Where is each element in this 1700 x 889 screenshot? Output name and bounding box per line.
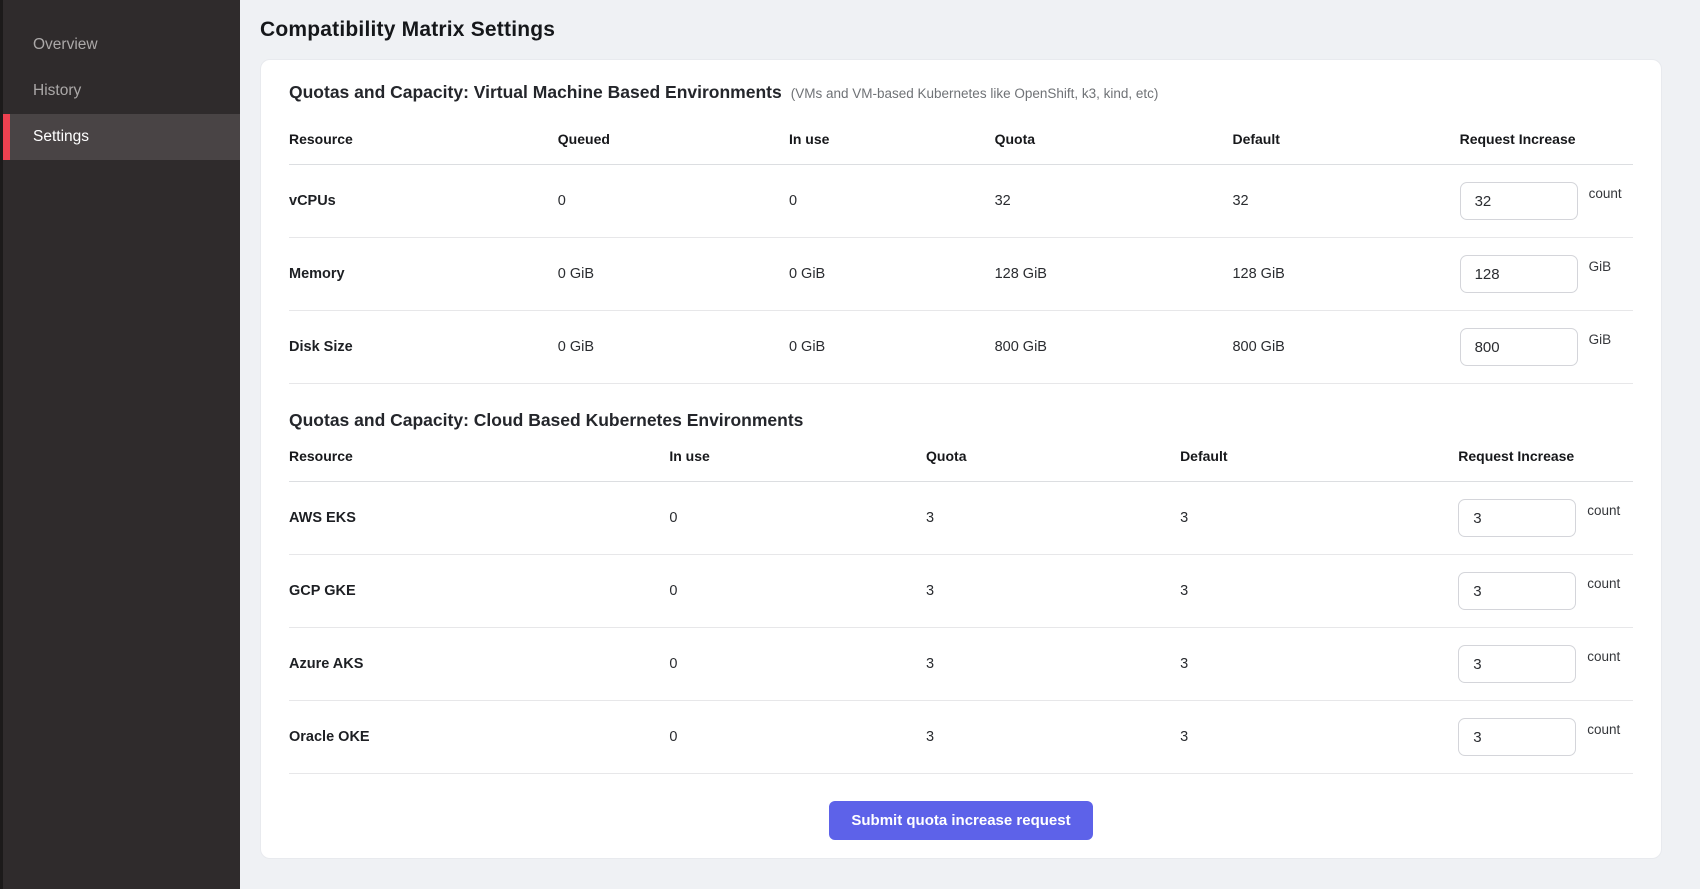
request-increase-cell: count bbox=[1460, 182, 1633, 220]
cloud-section-header: Quotas and Capacity: Cloud Based Kuberne… bbox=[289, 410, 1633, 431]
azure-aks-request-input[interactable] bbox=[1458, 645, 1576, 683]
vm-section-note: (VMs and VM-based Kubernetes like OpenSh… bbox=[791, 86, 1159, 101]
cloud-section-title: Quotas and Capacity: Cloud Based Kuberne… bbox=[289, 410, 803, 431]
cell-resource: Azure AKS bbox=[289, 628, 669, 701]
cell-queued: 0 GiB bbox=[558, 238, 789, 311]
cell-queued: 0 bbox=[558, 165, 789, 238]
cell-quota: 3 bbox=[926, 555, 1180, 628]
settings-card: Quotas and Capacity: Virtual Machine Bas… bbox=[260, 59, 1662, 859]
vm-section-header: Quotas and Capacity: Virtual Machine Bas… bbox=[289, 82, 1633, 103]
page-title: Compatibility Matrix Settings bbox=[260, 18, 1662, 42]
cell-quota: 128 GiB bbox=[995, 238, 1233, 311]
table-row: GCP GKE 0 3 3 count bbox=[289, 555, 1633, 628]
request-increase-cell: GiB bbox=[1460, 255, 1633, 293]
cell-resource: AWS EKS bbox=[289, 482, 669, 555]
table-row: Oracle OKE 0 3 3 count bbox=[289, 701, 1633, 774]
sidebar-item-settings[interactable]: Settings bbox=[3, 114, 240, 160]
unit-label: GiB bbox=[1589, 259, 1612, 274]
vm-section-title: Quotas and Capacity: Virtual Machine Bas… bbox=[289, 82, 782, 103]
sidebar-item-label: History bbox=[33, 82, 81, 100]
cell-quota: 3 bbox=[926, 701, 1180, 774]
column-header-queued: Queued bbox=[558, 103, 789, 165]
cell-quota: 32 bbox=[995, 165, 1233, 238]
main-content: Compatibility Matrix Settings Quotas and… bbox=[240, 0, 1700, 889]
cloud-quota-table: Resource In use Quota Default Request In… bbox=[289, 431, 1633, 774]
cell-in-use: 0 bbox=[669, 628, 926, 701]
cell-in-use: 0 bbox=[669, 701, 926, 774]
aws-eks-request-input[interactable] bbox=[1458, 499, 1576, 537]
column-header-resource: Resource bbox=[289, 431, 669, 482]
sidebar: Overview History Settings bbox=[0, 0, 240, 889]
disk-size-request-input[interactable] bbox=[1460, 328, 1578, 366]
cell-default: 3 bbox=[1180, 482, 1458, 555]
column-header-default: Default bbox=[1180, 431, 1458, 482]
cell-resource: GCP GKE bbox=[289, 555, 669, 628]
cell-default: 800 GiB bbox=[1232, 311, 1459, 384]
cell-default: 128 GiB bbox=[1232, 238, 1459, 311]
cell-queued: 0 GiB bbox=[558, 311, 789, 384]
cell-default: 3 bbox=[1180, 701, 1458, 774]
sidebar-item-history[interactable]: History bbox=[3, 68, 240, 114]
request-increase-cell: count bbox=[1458, 499, 1633, 537]
table-header-row: Resource In use Quota Default Request In… bbox=[289, 431, 1633, 482]
table-row: Disk Size 0 GiB 0 GiB 800 GiB 800 GiB Gi… bbox=[289, 311, 1633, 384]
gcp-gke-request-input[interactable] bbox=[1458, 572, 1576, 610]
sidebar-item-label: Settings bbox=[33, 128, 89, 146]
unit-label: count bbox=[1587, 649, 1620, 664]
table-header-row: Resource Queued In use Quota Default Req… bbox=[289, 103, 1633, 165]
unit-label: count bbox=[1589, 186, 1622, 201]
cell-quota: 800 GiB bbox=[995, 311, 1233, 384]
column-header-resource: Resource bbox=[289, 103, 558, 165]
submit-area: Submit quota increase request bbox=[289, 774, 1633, 840]
column-header-default: Default bbox=[1232, 103, 1459, 165]
unit-label: GiB bbox=[1589, 332, 1612, 347]
cell-resource: Memory bbox=[289, 238, 558, 311]
app-window: Overview History Settings Compatibility … bbox=[0, 0, 1700, 889]
cell-default: 3 bbox=[1180, 628, 1458, 701]
column-header-request-increase: Request Increase bbox=[1458, 431, 1633, 482]
vcpus-request-input[interactable] bbox=[1460, 182, 1578, 220]
cell-in-use: 0 GiB bbox=[789, 238, 995, 311]
column-header-in-use: In use bbox=[789, 103, 995, 165]
table-row: Azure AKS 0 3 3 count bbox=[289, 628, 1633, 701]
request-increase-cell: GiB bbox=[1460, 328, 1633, 366]
cell-resource: Oracle OKE bbox=[289, 701, 669, 774]
cell-in-use: 0 bbox=[669, 555, 926, 628]
column-header-request-increase: Request Increase bbox=[1460, 103, 1633, 165]
request-increase-cell: count bbox=[1458, 572, 1633, 610]
submit-quota-increase-button[interactable]: Submit quota increase request bbox=[829, 801, 1092, 840]
cell-default: 32 bbox=[1232, 165, 1459, 238]
sidebar-item-label: Overview bbox=[33, 36, 98, 54]
table-row: vCPUs 0 0 32 32 count bbox=[289, 165, 1633, 238]
sidebar-item-overview[interactable]: Overview bbox=[3, 22, 240, 68]
column-header-quota: Quota bbox=[926, 431, 1180, 482]
oracle-oke-request-input[interactable] bbox=[1458, 718, 1576, 756]
cell-quota: 3 bbox=[926, 482, 1180, 555]
vm-quota-table: Resource Queued In use Quota Default Req… bbox=[289, 103, 1633, 384]
unit-label: count bbox=[1587, 722, 1620, 737]
column-header-in-use: In use bbox=[669, 431, 926, 482]
request-increase-cell: count bbox=[1458, 645, 1633, 683]
table-row: Memory 0 GiB 0 GiB 128 GiB 128 GiB GiB bbox=[289, 238, 1633, 311]
request-increase-cell: count bbox=[1458, 718, 1633, 756]
cell-default: 3 bbox=[1180, 555, 1458, 628]
table-row: AWS EKS 0 3 3 count bbox=[289, 482, 1633, 555]
cell-resource: vCPUs bbox=[289, 165, 558, 238]
memory-request-input[interactable] bbox=[1460, 255, 1578, 293]
cell-in-use: 0 bbox=[789, 165, 995, 238]
cell-in-use: 0 bbox=[669, 482, 926, 555]
cell-resource: Disk Size bbox=[289, 311, 558, 384]
cell-in-use: 0 GiB bbox=[789, 311, 995, 384]
column-header-quota: Quota bbox=[995, 103, 1233, 165]
unit-label: count bbox=[1587, 576, 1620, 591]
unit-label: count bbox=[1587, 503, 1620, 518]
cell-quota: 3 bbox=[926, 628, 1180, 701]
